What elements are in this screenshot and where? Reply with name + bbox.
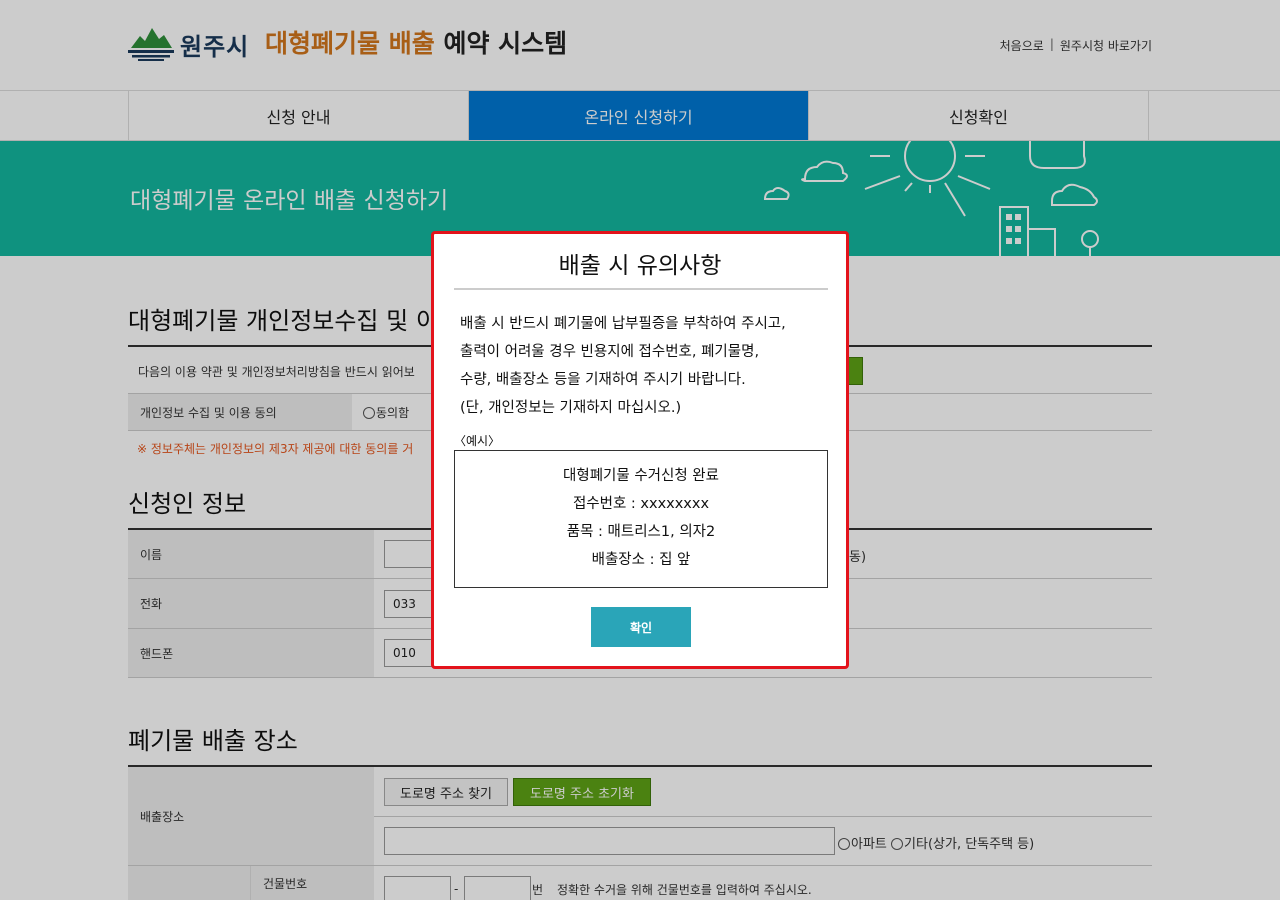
example-line: 대형폐기물 수거신청 완료 [563, 468, 719, 484]
example-label: 〈예시〉 [454, 434, 501, 448]
modal-title: 배출 시 유의사항 [558, 253, 722, 279]
confirm-button[interactable]: 확인 [591, 607, 691, 647]
example-line: 접수번호 : xxxxxxxx [572, 496, 710, 512]
modal-body-line: (단, 개인정보는 기재하지 마십시오.) [460, 400, 682, 416]
example-line: 품목 : 매트리스1, 의자2 [566, 524, 716, 540]
modal-body: 배출 시 반드시 폐기물에 납부필증을 부착하여 주시고, 출력이 어려울 경우… [460, 310, 786, 422]
modal-divider [454, 288, 828, 290]
example-line: 배출장소 : 집 앞 [591, 552, 691, 568]
modal-body-line: 출력이 어려울 경우 빈용지에 접수번호, 폐기물명, [460, 344, 760, 360]
example-box: 대형폐기물 수거신청 완료 접수번호 : xxxxxxxx 품목 : 매트리스1… [454, 450, 828, 588]
page: 원주시 대형폐기물 배출 예약 시스템 처음으로 | 원주시청 바로가기 신청 … [0, 0, 1280, 900]
modal-body-line: 배출 시 반드시 폐기물에 납부필증을 부착하여 주시고, [460, 316, 786, 332]
notice-modal: 배출 시 유의사항 배출 시 반드시 폐기물에 납부필증을 부착하여 주시고, … [431, 231, 849, 669]
modal-body-line: 수량, 배출장소 등을 기재하여 주시기 바랍니다. [460, 372, 746, 388]
